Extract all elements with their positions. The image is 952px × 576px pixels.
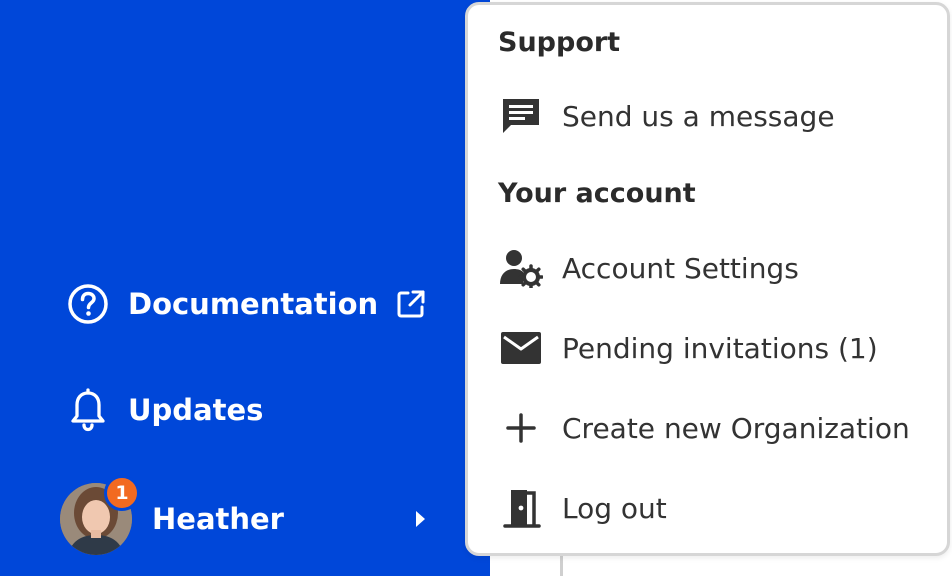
plus-icon (498, 405, 544, 451)
message-icon (498, 93, 544, 139)
sidebar-item-documentation[interactable]: Documentation (66, 282, 426, 326)
door-exit-icon (498, 485, 544, 531)
menu-item-send-message[interactable]: Send us a message (498, 88, 938, 144)
bell-icon (66, 388, 110, 432)
notification-badge: 1 (104, 475, 140, 511)
avatar: 1 (60, 475, 140, 555)
menu-item-label: Pending invitations (1) (562, 331, 878, 365)
account-dropdown-menu: Support Send us a message Your account A… (465, 2, 950, 556)
app-screen: Documentation Updates 1 Heather Support … (0, 0, 952, 576)
external-link-icon (396, 289, 426, 319)
user-menu-toggle[interactable]: 1 Heather (60, 475, 440, 555)
sidebar-item-label: Documentation (128, 287, 379, 321)
chevron-right-icon (416, 511, 425, 527)
menu-item-log-out[interactable]: Log out (498, 480, 938, 536)
envelope-icon (498, 325, 544, 371)
sidebar-item-updates[interactable]: Updates (66, 388, 263, 432)
user-name: Heather (152, 502, 284, 536)
user-settings-icon (498, 245, 544, 291)
menu-item-create-organization[interactable]: Create new Organization (498, 400, 938, 456)
help-circle-icon (66, 282, 110, 326)
section-title-account: Your account (498, 178, 696, 209)
menu-item-label: Log out (562, 491, 667, 525)
menu-item-label: Send us a message (562, 99, 835, 133)
menu-item-label: Account Settings (562, 251, 799, 285)
menu-item-account-settings[interactable]: Account Settings (498, 240, 938, 296)
menu-item-pending-invitations[interactable]: Pending invitations (1) (498, 320, 938, 376)
section-title-support: Support (498, 27, 621, 58)
menu-item-label: Create new Organization (562, 411, 910, 445)
sidebar: Documentation Updates 1 Heather (0, 0, 490, 576)
sidebar-item-label: Updates (128, 393, 264, 427)
